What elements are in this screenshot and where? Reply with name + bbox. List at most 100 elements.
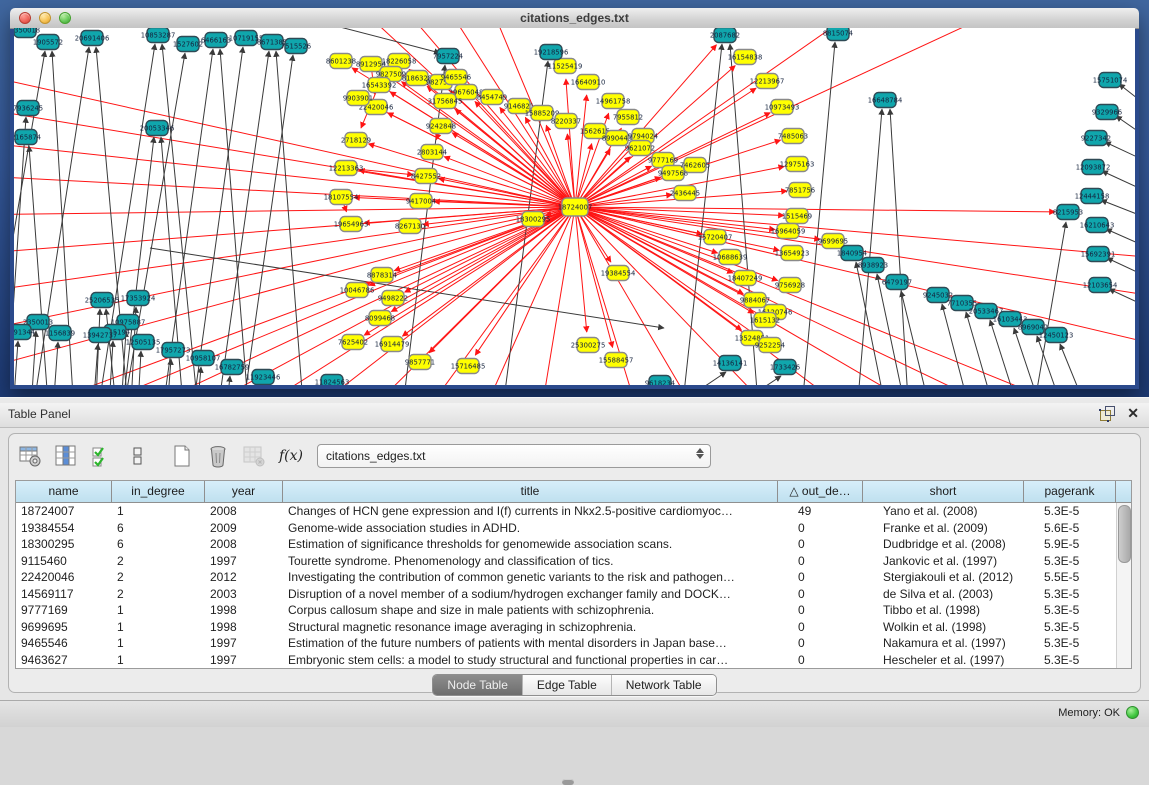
graph-node[interactable]: 10973493 <box>765 100 800 115</box>
network-window-titlebar[interactable]: citations_edges.txt <box>10 8 1139 29</box>
table-cell[interactable]: 0 <box>793 586 878 603</box>
graph-edge[interactable] <box>429 207 575 353</box>
graph-node[interactable]: 14961758 <box>596 94 631 109</box>
table-cell[interactable]: Estimation of significance thresholds fo… <box>283 536 793 553</box>
column-header-pagerank[interactable]: pagerank <box>1024 481 1116 502</box>
graph-node[interactable]: 9498222 <box>378 291 408 306</box>
close-panel-icon[interactable]: ✕ <box>1127 406 1139 421</box>
graph-node[interactable]: 12213967 <box>750 74 785 89</box>
graph-edge[interactable] <box>225 376 230 385</box>
table-cell[interactable]: Genome-wide association studies in ADHD. <box>283 520 793 537</box>
table-cell[interactable]: 2008 <box>205 503 283 520</box>
graph-node[interactable]: 10853287 <box>141 28 176 43</box>
table-cell[interactable]: Corpus callosum shape and size in male p… <box>283 602 793 619</box>
scrollbar-thumb[interactable] <box>1118 505 1131 563</box>
table-cell[interactable]: 19384554 <box>16 520 112 537</box>
graph-edge[interactable] <box>290 28 440 53</box>
table-cell[interactable]: 0 <box>793 553 878 570</box>
table-cell[interactable]: 1 <box>112 652 205 669</box>
graph-node[interactable]: 1615132 <box>750 313 780 328</box>
graph-node[interactable]: 16154838 <box>728 50 763 65</box>
table-cell[interactable]: Tourette syndrome. Phenomenology and cla… <box>283 553 793 570</box>
graph-node[interactable]: 11525419 <box>548 59 583 74</box>
graph-node[interactable]: 8220337 <box>551 114 581 129</box>
network-view-window[interactable]: citations_edges.txt 18724007860123889129… <box>10 8 1139 389</box>
node-table[interactable]: namein_degreeyeartitle△ out_de…shortpage… <box>15 480 1132 669</box>
graph-node[interactable]: 7955812 <box>613 110 643 125</box>
graph-edge[interactable] <box>700 376 781 385</box>
graph-edge[interactable] <box>402 207 575 336</box>
table-row[interactable]: 969969511998Structural magnetic resonanc… <box>16 619 1131 636</box>
table-cell[interactable]: 2 <box>112 569 205 586</box>
graph-edge[interactable] <box>14 207 575 335</box>
table-cell[interactable]: 1 <box>112 602 205 619</box>
graph-node[interactable]: 2165874 <box>14 130 41 145</box>
graph-node[interactable]: 8815074 <box>823 28 853 41</box>
graph-node[interactable]: 20053346 <box>140 121 175 136</box>
column-header-name[interactable]: name <box>16 481 112 502</box>
graph-node[interactable]: 17353924 <box>121 291 156 306</box>
graph-node[interactable]: 25300275 <box>571 338 606 353</box>
delete-column-icon[interactable] <box>203 441 233 471</box>
graph-node[interactable]: 1905572 <box>33 35 63 50</box>
graph-node[interactable]: 13654923 <box>775 246 810 261</box>
graph-node[interactable]: 7957224 <box>433 49 463 64</box>
table-cell[interactable]: 2008 <box>205 536 283 553</box>
graph-node[interactable]: 2087682 <box>710 28 740 43</box>
graph-edge[interactable] <box>215 51 269 385</box>
graph-node[interactable]: 8601238 <box>326 54 356 69</box>
table-source-dropdown[interactable]: citations_edges.txt <box>317 444 711 468</box>
graph-node[interactable]: 2436445 <box>670 186 700 201</box>
table-cell[interactable]: 0 <box>793 569 878 586</box>
network-canvas[interactable]: 1872400786012388912954182260589827509165… <box>14 28 1135 385</box>
graph-edge[interactable] <box>52 342 58 385</box>
graph-edge[interactable] <box>240 55 293 385</box>
graph-node[interactable]: 15588457 <box>599 353 634 368</box>
tab-node-table[interactable]: Node Table <box>433 675 523 695</box>
citation-network-graph[interactable]: 1872400786012388912954182260589827509165… <box>14 28 1135 385</box>
table-cell[interactable]: 14569117 <box>16 586 112 603</box>
graph-node[interactable]: 10688639 <box>713 250 748 265</box>
table-cell[interactable]: 6 <box>112 520 205 537</box>
table-cell[interactable]: 18724007 <box>16 503 112 520</box>
graph-edge[interactable] <box>1030 222 1066 385</box>
graph-edge[interactable] <box>150 248 664 328</box>
graph-node[interactable]: 19384554 <box>601 266 636 281</box>
graph-node[interactable]: 11824563 <box>315 375 350 386</box>
graph-edge[interactable] <box>420 207 575 385</box>
table-cell[interactable]: Estimation of the future numbers of pati… <box>283 635 793 652</box>
table-cell[interactable]: Structural magnetic resonance image aver… <box>283 619 793 636</box>
graph-node[interactable]: 19218596 <box>534 45 569 60</box>
graph-node[interactable]: 9621072 <box>625 141 655 156</box>
table-cell[interactable]: Embryonic stem cells: a model to study s… <box>283 652 793 669</box>
graph-node[interactable]: 7515526 <box>281 39 311 54</box>
graph-node[interactable]: 2718129 <box>341 133 371 148</box>
graph-node[interactable]: 8427552 <box>411 169 441 184</box>
table-row[interactable]: 946362711997Embryonic stem cells: a mode… <box>16 652 1131 669</box>
table-row[interactable]: 946554611997Estimation of the future num… <box>16 635 1131 652</box>
table-cell[interactable]: 22420046 <box>16 569 112 586</box>
graph-node[interactable]: 8878314 <box>367 268 397 283</box>
graph-node[interactable]: 12213363 <box>329 161 364 176</box>
table-cell[interactable]: 0 <box>793 536 878 553</box>
table-cell[interactable]: Jankovic et al. (1997) <box>878 553 1039 570</box>
graph-node[interactable]: 15751074 <box>1093 73 1128 88</box>
column-header-short[interactable]: short <box>863 481 1024 502</box>
table-cell[interactable]: 49 <box>793 503 878 520</box>
table-cell[interactable]: 9465546 <box>16 635 112 652</box>
table-cell[interactable]: 0 <box>793 635 878 652</box>
graph-node[interactable]: 9756928 <box>775 278 805 293</box>
graph-node[interactable]: 20691406 <box>75 31 110 46</box>
table-cell[interactable]: 1998 <box>205 602 283 619</box>
graph-node[interactable]: 19654963 <box>334 217 369 232</box>
graph-edge[interactable] <box>30 331 36 385</box>
table-cell[interactable]: 1 <box>112 503 205 520</box>
table-row[interactable]: 911546021997Tourette syndrome. Phenomeno… <box>16 553 1131 570</box>
graph-node[interactable]: 7851756 <box>785 183 815 198</box>
graph-node[interactable]: 7485063 <box>778 129 808 144</box>
table-cell[interactable]: Franke et al. (2009) <box>878 520 1039 537</box>
graph-node[interactable]: 9242848 <box>426 119 456 134</box>
table-cell[interactable]: Wolkin et al. (1998) <box>878 619 1039 636</box>
graph-node[interactable]: 18107554 <box>324 190 359 205</box>
graph-edge[interactable] <box>14 207 575 295</box>
